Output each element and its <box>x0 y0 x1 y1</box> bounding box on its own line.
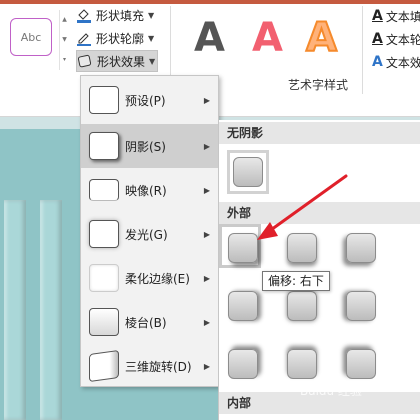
gallery-more-icon[interactable]: ▾ <box>60 50 69 70</box>
menu-item-bevel[interactable]: 棱台(B) ▶ <box>81 300 218 344</box>
shape-outline-button[interactable]: 形状轮廓 ▼ <box>76 27 154 49</box>
group-divider <box>362 6 363 94</box>
text-fill-label: 文本填充 <box>385 9 420 24</box>
reflection-icon <box>89 179 119 201</box>
glow-icon <box>89 220 119 248</box>
shadow-offset-right[interactable] <box>228 291 258 321</box>
menu-item-soft-edges[interactable]: 柔化边缘(E) ▶ <box>81 256 218 300</box>
shadow-offset-center[interactable] <box>287 291 317 321</box>
wordart-group-label: 艺术字样式 <box>288 78 349 92</box>
menu-item-label: 映像(R) <box>125 183 167 198</box>
preset-icon <box>89 86 119 114</box>
chevron-right-icon: ▶ <box>203 273 210 283</box>
chevron-down-icon: ▼ <box>148 10 155 20</box>
shadow-offset-top-left[interactable] <box>346 349 376 379</box>
chevron-right-icon: ▶ <box>203 361 210 371</box>
wordart-style-gray[interactable]: A <box>194 18 225 58</box>
shape-quick-style[interactable]: Abc <box>10 18 52 56</box>
text-outline-button[interactable]: A 文本轮廓 <box>372 29 420 49</box>
menu-item-label: 三维旋转(D) <box>125 359 192 374</box>
menu-item-glow[interactable]: 发光(G) ▶ <box>81 212 218 256</box>
menu-item-label: 预设(P) <box>125 93 166 108</box>
shape-effects-label: 形状效果 <box>97 54 146 69</box>
shadow-offset-top[interactable] <box>287 349 317 379</box>
chevron-right-icon: ▶ <box>203 229 210 239</box>
no-shadow-swatch[interactable] <box>233 157 263 187</box>
watermark: Baidu 经验 <box>300 384 362 398</box>
chevron-down-icon: ▼ <box>149 56 156 66</box>
shadow-icon <box>89 132 119 160</box>
shadow-offset-left[interactable] <box>346 291 376 321</box>
scroll-down-icon[interactable]: ▼ <box>60 30 69 50</box>
shape-effects-icon <box>77 53 93 69</box>
menu-item-label: 发光(G) <box>125 227 168 242</box>
shadow-offset-bottom[interactable] <box>287 233 317 263</box>
paint-bucket-icon <box>76 7 92 23</box>
shadow-submenu: 无阴影 外部 内部 <box>218 120 420 420</box>
text-fill-icon: A <box>372 8 383 24</box>
shadow-offset-bottom-left[interactable] <box>346 233 376 263</box>
shape-outline-label: 形状轮廓 <box>96 31 145 46</box>
text-effects-button[interactable]: A 文本效果 <box>372 52 420 72</box>
shape-fill-button[interactable]: 形状填充 ▼ <box>76 4 154 26</box>
outer-shadow-header: 外部 <box>219 202 420 224</box>
shadow-offset-top-right[interactable] <box>228 349 258 379</box>
style-gallery-scroll[interactable]: ▲ ▼ ▾ <box>59 10 69 70</box>
menu-item-label: 棱台(B) <box>125 315 167 330</box>
menu-item-preset[interactable]: 预设(P) ▶ <box>81 78 218 122</box>
menu-item-reflection[interactable]: 映像(R) ▶ <box>81 168 218 212</box>
menu-item-shadow[interactable]: 阴影(S) ▶ <box>81 124 218 168</box>
chevron-right-icon: ▶ <box>203 317 210 327</box>
chevron-right-icon: ▶ <box>203 95 210 105</box>
chevron-down-icon: ▼ <box>148 33 155 43</box>
shadow-offset-bottom-right[interactable] <box>228 233 258 263</box>
shape-fill-label: 形状填充 <box>96 8 145 23</box>
text-effects-icon: A <box>372 54 383 70</box>
shape-effects-menu: 预设(P) ▶ 阴影(S) ▶ 映像(R) ▶ 发光(G) ▶ 柔化边缘(E) … <box>80 75 219 387</box>
no-shadow-header: 无阴影 <box>219 122 420 144</box>
scroll-up-icon[interactable]: ▲ <box>60 10 69 30</box>
soft-edges-icon <box>89 264 119 292</box>
menu-item-label: 阴影(S) <box>125 139 166 154</box>
shape-effects-button[interactable]: 形状效果 ▼ <box>76 50 158 72</box>
wordart-style-orange[interactable]: A <box>305 17 338 59</box>
text-fill-button[interactable]: A 文本填充 <box>372 6 420 26</box>
menu-item-label: 柔化边缘(E) <box>125 271 190 286</box>
chevron-right-icon: ▶ <box>203 141 210 151</box>
slide-stripe <box>4 200 26 420</box>
bevel-icon <box>89 308 119 336</box>
shadow-tooltip: 偏移: 右下 <box>262 271 330 291</box>
ribbon-accent-bar <box>0 0 420 4</box>
3d-rotation-icon <box>89 349 119 383</box>
pencil-icon <box>76 30 92 46</box>
slide-stripe <box>40 200 62 420</box>
text-effects-label: 文本效果 <box>385 55 420 70</box>
menu-item-3d-rotation[interactable]: 三维旋转(D) ▶ <box>81 344 218 388</box>
wordart-style-red[interactable]: A <box>252 18 283 58</box>
text-outline-label: 文本轮廓 <box>385 32 420 47</box>
text-outline-icon: A <box>372 31 383 47</box>
chevron-right-icon: ▶ <box>203 185 210 195</box>
